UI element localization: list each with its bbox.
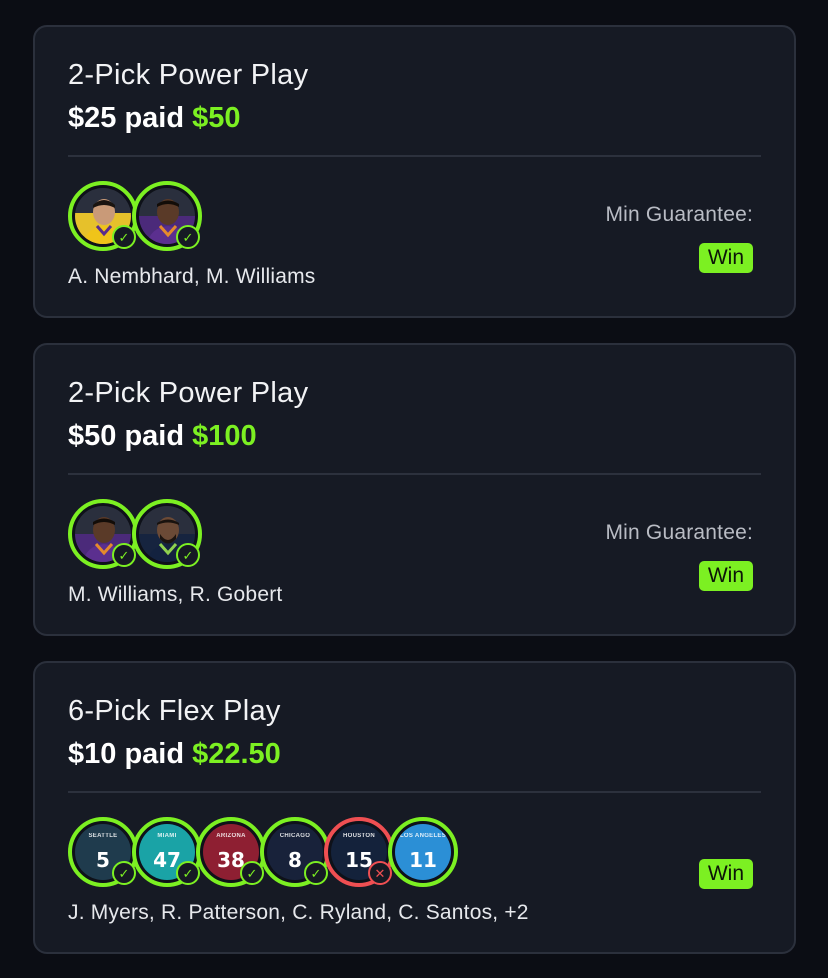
player-avatar[interactable]: SEATTLE 5 ✓ bbox=[68, 817, 138, 887]
entry-card[interactable]: 6-Pick Flex Play $10 paid $22.50 SEATTLE … bbox=[33, 661, 796, 954]
entries-feed: 2-Pick Power Play $25 paid $50 ✓ ✓ A. Ne… bbox=[0, 0, 828, 978]
player-avatar[interactable]: HOUSTON 15 ✕ bbox=[324, 817, 394, 887]
entry-card[interactable]: 2-Pick Power Play $50 paid $100 ✓ ✓ M. W… bbox=[33, 343, 796, 636]
entry-amounts: $10 paid $22.50 bbox=[68, 738, 281, 771]
check-icon: ✓ bbox=[112, 543, 136, 567]
jersey-team: MIAMI bbox=[157, 833, 177, 839]
jersey-number: 11 bbox=[409, 848, 437, 872]
player-avatar[interactable]: ✓ bbox=[132, 181, 202, 251]
jersey-team: SEATTLE bbox=[88, 833, 118, 839]
player-avatar[interactable]: ARIZONA 38 ✓ bbox=[196, 817, 266, 887]
player-avatar[interactable]: LOS ANGELES 11 bbox=[388, 817, 458, 887]
check-icon: ✓ bbox=[176, 225, 200, 249]
entry-players: M. Williams, R. Gobert bbox=[68, 583, 283, 606]
divider bbox=[68, 473, 761, 475]
jersey-team: LOS ANGELES bbox=[399, 833, 447, 839]
player-avatar[interactable]: ✓ bbox=[68, 181, 138, 251]
check-icon: ✓ bbox=[112, 225, 136, 249]
check-icon: ✓ bbox=[240, 861, 264, 885]
player-avatar[interactable]: MIAMI 47 ✓ bbox=[132, 817, 202, 887]
entry-title: 6-Pick Flex Play bbox=[68, 695, 281, 727]
divider bbox=[68, 791, 761, 793]
x-icon: ✕ bbox=[368, 861, 392, 885]
entry-card[interactable]: 2-Pick Power Play $25 paid $50 ✓ ✓ A. Ne… bbox=[33, 25, 796, 318]
result-badge: Win bbox=[698, 859, 753, 889]
jersey-team: CHICAGO bbox=[279, 833, 311, 839]
entry-amounts: $50 paid $100 bbox=[68, 420, 257, 453]
min-guarantee-label: Min Guarantee: bbox=[605, 203, 753, 226]
entry-amounts: $25 paid $50 bbox=[68, 102, 240, 135]
entry-payout: $22.50 bbox=[192, 738, 281, 770]
entry-paid: $25 paid bbox=[68, 102, 185, 134]
player-avatar[interactable]: ✓ bbox=[68, 499, 138, 569]
entry-players: J. Myers, R. Patterson, C. Ryland, C. Sa… bbox=[68, 901, 529, 924]
entry-paid: $50 paid bbox=[68, 420, 185, 452]
entry-payout: $50 bbox=[192, 102, 241, 134]
player-avatar[interactable]: ✓ bbox=[132, 499, 202, 569]
entry-title: 2-Pick Power Play bbox=[68, 377, 309, 409]
entry-payout: $100 bbox=[192, 420, 257, 452]
check-icon: ✓ bbox=[176, 543, 200, 567]
entry-players: A. Nembhard, M. Williams bbox=[68, 265, 316, 288]
entry-paid: $10 paid bbox=[68, 738, 185, 770]
jersey-team: ARIZONA bbox=[216, 833, 246, 839]
check-icon: ✓ bbox=[112, 861, 136, 885]
jersey-team: HOUSTON bbox=[343, 833, 375, 839]
player-avatar[interactable]: CHICAGO 8 ✓ bbox=[260, 817, 330, 887]
check-icon: ✓ bbox=[304, 861, 328, 885]
result-badge: Win bbox=[698, 243, 753, 273]
divider bbox=[68, 155, 761, 157]
check-icon: ✓ bbox=[176, 861, 200, 885]
result-badge: Win bbox=[698, 561, 753, 591]
entry-title: 2-Pick Power Play bbox=[68, 59, 309, 91]
min-guarantee-label: Min Guarantee: bbox=[605, 521, 753, 544]
